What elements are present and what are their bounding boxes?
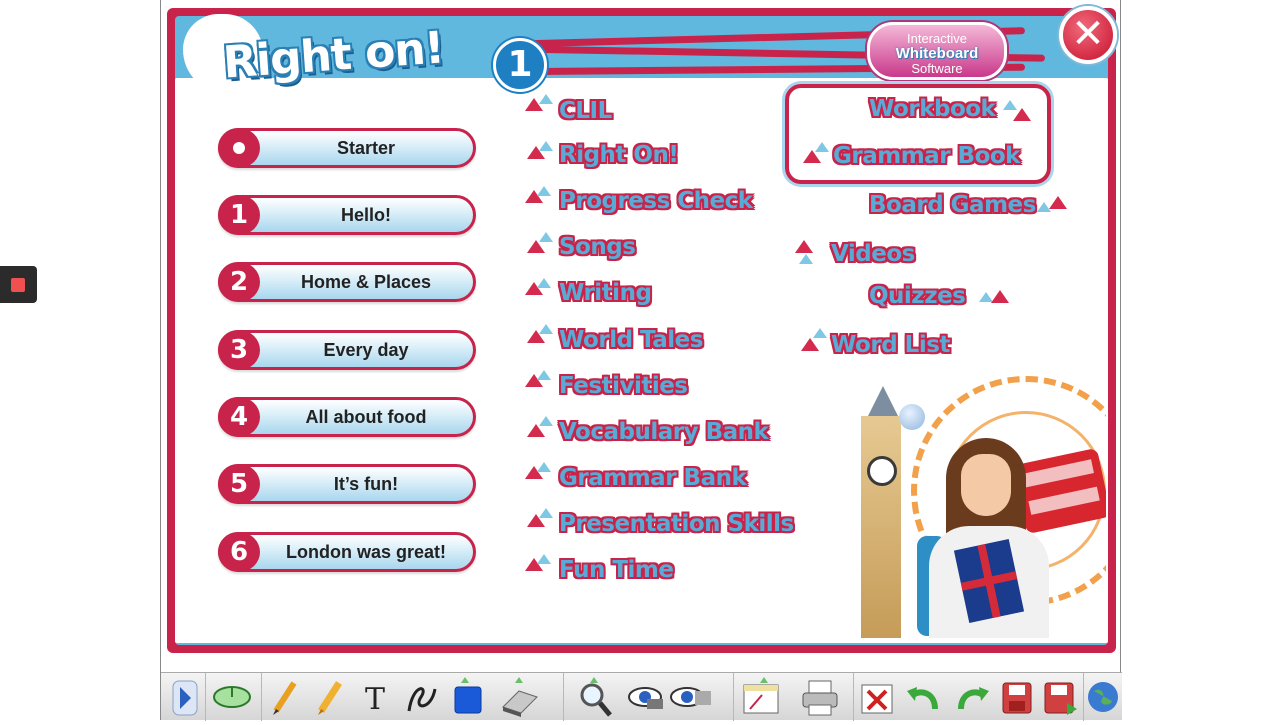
freehand-icon[interactable] <box>399 673 443 721</box>
globe-icon <box>899 404 925 430</box>
whiteboard-toolbar: T <box>161 672 1122 721</box>
arrow-icon <box>539 232 553 242</box>
unit-3-button[interactable]: 3 Every day <box>218 330 476 370</box>
close-button[interactable]: ✕ <box>1059 6 1117 64</box>
link-songs[interactable]: Songs <box>559 234 636 260</box>
unit-number: 3 <box>218 330 260 370</box>
print-icon[interactable] <box>793 673 847 721</box>
link-vocabulary-bank[interactable]: Vocabulary Bank <box>559 419 769 445</box>
link-quizzes[interactable]: Quizzes <box>869 283 966 309</box>
arrow-icon <box>537 462 551 472</box>
girl-figure <box>961 454 1011 516</box>
unit-label: London was great! <box>285 542 446 562</box>
arrow-icon <box>539 94 553 104</box>
eraser-icon[interactable] <box>495 673 545 721</box>
arrow-icon <box>991 290 1009 303</box>
arrow-icon <box>799 254 813 264</box>
link-clil[interactable]: CLIL <box>559 98 612 124</box>
text-icon[interactable]: T <box>355 673 395 721</box>
link-presentation-skills[interactable]: Presentation Skills <box>559 511 794 537</box>
arrow-icon <box>813 328 827 338</box>
reveal-icon[interactable] <box>667 673 717 721</box>
link-progress-check[interactable]: Progress Check <box>559 188 753 214</box>
arrow-icon <box>537 278 551 288</box>
badge-line-1: Interactive <box>907 31 967 46</box>
whiteboard-software-badge: Interactive Whiteboard Software <box>867 22 1007 80</box>
unit-4-button[interactable]: 4 All about food <box>218 397 476 437</box>
arrow-icon <box>795 240 813 253</box>
mouse-icon[interactable] <box>205 673 255 721</box>
arrow-icon <box>539 416 553 426</box>
unit-6-button[interactable]: 6 London was great! <box>218 532 476 572</box>
arrow-icon <box>539 324 553 334</box>
unit-label: It’s fun! <box>333 474 399 494</box>
undo-icon[interactable] <box>901 673 947 721</box>
unit-label: All about food <box>305 407 427 427</box>
unit-number: 6 <box>218 532 260 572</box>
spotlight-icon[interactable] <box>623 673 667 721</box>
unit-number: 5 <box>218 464 260 504</box>
record-button[interactable] <box>0 266 37 303</box>
pencil-icon[interactable] <box>261 673 305 721</box>
unit-number: 2 <box>218 262 260 302</box>
link-grammar-book[interactable]: Grammar Book <box>833 143 1020 169</box>
big-ben-icon <box>861 416 901 638</box>
link-festivities[interactable]: Festivities <box>559 373 688 399</box>
unit-number: 4 <box>218 397 260 437</box>
link-world-tales[interactable]: World Tales <box>559 327 703 353</box>
link-writing[interactable]: Writing <box>559 280 652 306</box>
arrow-icon <box>1049 196 1067 209</box>
badge-line-2: Whiteboard <box>895 45 979 62</box>
zoom-icon[interactable] <box>563 673 613 721</box>
page-icon[interactable] <box>733 673 787 721</box>
link-workbook[interactable]: Workbook <box>869 96 996 122</box>
link-board-games[interactable]: Board Games <box>869 192 1036 218</box>
nav-arrow-icon[interactable] <box>169 673 201 721</box>
link-fun-time[interactable]: Fun Time <box>559 557 674 583</box>
record-icon <box>11 278 25 292</box>
link-grammar-bank[interactable]: Grammar Bank <box>559 465 747 491</box>
text-tool-glyph: T <box>365 682 385 717</box>
london-illustration <box>851 376 1106 638</box>
arrow-icon <box>539 141 553 151</box>
arrow-icon <box>1013 108 1031 121</box>
arrow-icon <box>539 508 553 518</box>
shape-icon[interactable] <box>447 673 487 721</box>
highlighter-icon[interactable] <box>309 673 349 721</box>
arrow-icon <box>537 554 551 564</box>
clock-icon <box>867 456 897 486</box>
unit-number <box>218 128 260 168</box>
app-window: Right on! 1 Interactive Whiteboard Softw… <box>160 0 1122 721</box>
badge-line-3: Software <box>911 61 963 76</box>
unit-1-button[interactable]: 1 Hello! <box>218 195 476 235</box>
link-word-list[interactable]: Word List <box>831 332 950 358</box>
unit-starter-button[interactable]: Starter <box>218 128 476 168</box>
arrow-icon <box>537 186 551 196</box>
unit-2-button[interactable]: 2 Home & Places <box>218 262 476 302</box>
unit-label: Home & Places <box>300 272 432 292</box>
unit-label: Every day <box>323 340 409 360</box>
arrow-icon <box>537 370 551 380</box>
arrow-icon <box>815 142 829 152</box>
globe-icon[interactable] <box>1083 673 1121 721</box>
link-videos[interactable]: Videos <box>831 241 915 267</box>
link-right-on[interactable]: Right On! <box>559 142 679 168</box>
unit-label: Hello! <box>340 205 391 225</box>
save-icon[interactable] <box>997 673 1037 721</box>
arrow-icon <box>801 338 819 351</box>
unit-5-button[interactable]: 5 It’s fun! <box>218 464 476 504</box>
level-badge: 1 <box>493 38 547 92</box>
clear-icon[interactable] <box>853 673 899 721</box>
unit-number: 1 <box>218 195 260 235</box>
redo-icon[interactable] <box>949 673 995 721</box>
save-as-icon[interactable] <box>1041 673 1081 721</box>
unit-label: Starter <box>336 138 396 158</box>
